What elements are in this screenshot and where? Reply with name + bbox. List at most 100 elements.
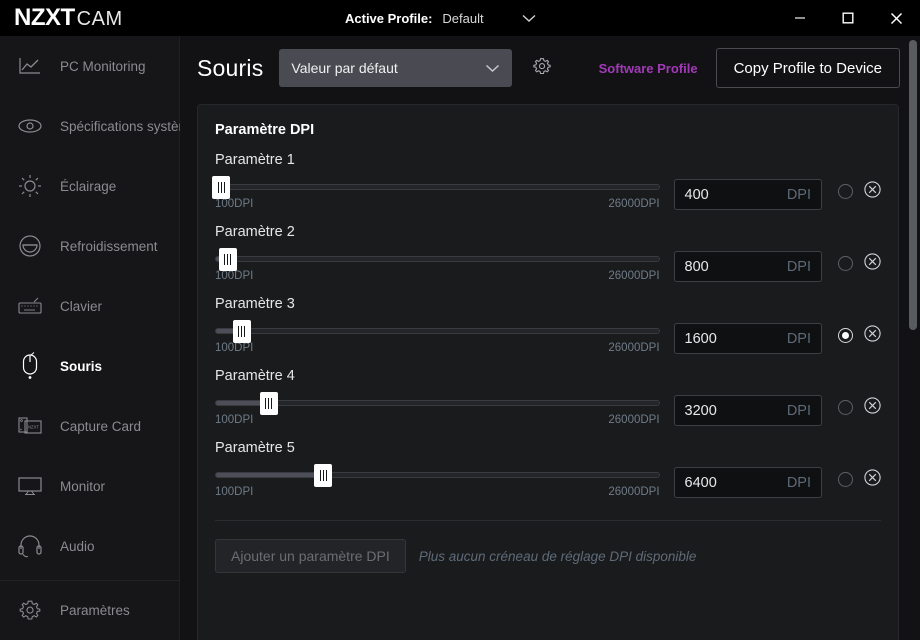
dpi-row-label: Paramètre 2: [215, 224, 881, 240]
dpi-slider-range-labels: 100DPI 26000DPI: [215, 342, 660, 354]
dpi-slider-track[interactable]: [215, 184, 660, 190]
dpi-value: 3200: [685, 403, 717, 419]
sidebar-item-label: Audio: [60, 539, 95, 554]
sidebar-item-settings[interactable]: Paramètres: [0, 580, 180, 640]
copy-profile-to-device-button[interactable]: Copy Profile to Device: [716, 48, 900, 88]
scrollbar-thumb[interactable]: [909, 40, 917, 330]
dpi-delete-button[interactable]: [864, 255, 881, 272]
sidebar-item-label: Paramètres: [60, 603, 130, 618]
dpi-delete-button[interactable]: [864, 183, 881, 200]
preset-dropdown[interactable]: Valeur par défaut: [279, 49, 512, 87]
dpi-row-label: Paramètre 4: [215, 368, 881, 384]
dpi-slider[interactable]: 100DPI 26000DPI: [215, 179, 660, 210]
dpi-value-input[interactable]: 6400 DPI: [674, 467, 822, 498]
dpi-slider-range-labels: 100DPI 26000DPI: [215, 414, 660, 426]
sidebar-item-capture-card[interactable]: NZXT Capture Card: [0, 396, 179, 456]
active-profile-selector[interactable]: Active Profile: Default: [345, 0, 536, 36]
dpi-slider-thumb[interactable]: [260, 392, 278, 415]
maximize-button[interactable]: [824, 0, 872, 36]
window-controls: [776, 0, 920, 36]
dpi-slider-thumb[interactable]: [314, 464, 332, 487]
dpi-slider-track[interactable]: [215, 256, 660, 262]
sidebar-item-lighting[interactable]: Éclairage: [0, 156, 179, 216]
dpi-value-input[interactable]: 1600 DPI: [674, 323, 822, 354]
headset-icon: [16, 532, 44, 560]
dpi-unit-label: DPI: [787, 259, 811, 275]
dpi-active-radio[interactable]: [838, 256, 853, 271]
svg-text:NZXT: NZXT: [28, 425, 39, 430]
dpi-value-input[interactable]: 800 DPI: [674, 251, 822, 282]
circle-x-icon: [864, 181, 881, 203]
dpi-row: Paramètre 3 100DPI 26000DPI: [198, 296, 898, 354]
dpi-slider-min-label: 100DPI: [215, 486, 253, 498]
dpi-value-input[interactable]: 3200 DPI: [674, 395, 822, 426]
dpi-delete-button[interactable]: [864, 471, 881, 488]
header-actions: Software Profile Copy Profile to Device: [599, 36, 900, 100]
close-button[interactable]: [872, 0, 920, 36]
dpi-slider[interactable]: 100DPI 26000DPI: [215, 395, 660, 426]
dpi-slider[interactable]: 100DPI 26000DPI: [215, 467, 660, 498]
sidebar-item-label: Clavier: [60, 299, 102, 314]
sidebar-item-label: PC Monitoring: [60, 59, 146, 74]
dpi-slider-range-labels: 100DPI 26000DPI: [215, 270, 660, 282]
dpi-card-footer: Ajouter un paramètre DPI Plus aucun crén…: [198, 539, 898, 573]
app-logo: NZXT CAM: [14, 4, 123, 32]
dpi-slider-fill: [216, 473, 323, 477]
software-profile-badge[interactable]: Software Profile: [599, 61, 698, 76]
dpi-settings-card: Paramètre DPI Paramètre 1 100DPI: [197, 104, 899, 640]
sidebar-item-mouse[interactable]: Souris: [0, 336, 179, 396]
dpi-delete-button[interactable]: [864, 327, 881, 344]
eye-icon: [16, 112, 44, 140]
dpi-slider-min-label: 100DPI: [215, 414, 253, 426]
page-header: Souris Valeur par défaut Software Profil…: [180, 36, 920, 100]
dpi-slider-track[interactable]: [215, 328, 660, 334]
dpi-unit-label: DPI: [787, 403, 811, 419]
dpi-value: 1600: [685, 331, 717, 347]
dpi-value: 400: [685, 187, 709, 203]
monitor-icon: [16, 472, 44, 500]
chart-line-icon: [16, 52, 44, 80]
sidebar-item-cooling[interactable]: Refroidissement: [0, 216, 179, 276]
sidebar-item-audio[interactable]: Audio: [0, 516, 179, 576]
gear-icon: [16, 596, 44, 624]
dpi-active-radio[interactable]: [838, 400, 853, 415]
dpi-slider[interactable]: 100DPI 26000DPI: [215, 251, 660, 282]
dpi-slider-thumb[interactable]: [233, 320, 251, 343]
dpi-slots-note: Plus aucun créneau de réglage DPI dispon…: [419, 549, 697, 564]
dpi-active-radio[interactable]: [838, 184, 853, 199]
dpi-slider-thumb[interactable]: [219, 248, 237, 271]
dpi-active-radio[interactable]: [838, 472, 853, 487]
dpi-slider-track[interactable]: [215, 400, 660, 406]
dpi-row-label: Paramètre 1: [215, 152, 881, 168]
chevron-down-icon: [522, 11, 536, 25]
dpi-slider-max-label: 26000DPI: [608, 486, 659, 498]
circle-x-icon: [864, 397, 881, 419]
sidebar-item-label: Refroidissement: [60, 239, 158, 254]
sun-icon: [16, 172, 44, 200]
active-profile-label: Active Profile:: [345, 11, 432, 26]
add-dpi-setting-button[interactable]: Ajouter un paramètre DPI: [215, 539, 406, 573]
circle-x-icon: [864, 469, 881, 491]
dpi-slider-thumb[interactable]: [212, 176, 230, 199]
dpi-value-input[interactable]: 400 DPI: [674, 179, 822, 210]
sidebar-item-keyboard[interactable]: Clavier: [0, 276, 179, 336]
dpi-slider-range-labels: 100DPI 26000DPI: [215, 486, 660, 498]
dpi-unit-label: DPI: [787, 187, 811, 203]
dpi-slider-track[interactable]: [215, 472, 660, 478]
sidebar-item-system-specs[interactable]: Spécifications système: [0, 96, 179, 156]
card-divider: [215, 520, 881, 521]
sidebar-item-pc-monitoring[interactable]: PC Monitoring: [0, 36, 179, 96]
dpi-active-radio[interactable]: [838, 328, 853, 343]
sidebar-item-monitor[interactable]: Monitor: [0, 456, 179, 516]
fan-icon: [16, 232, 44, 260]
preset-settings-button[interactable]: [530, 56, 554, 80]
content-scrollbar[interactable]: [906, 36, 920, 640]
dpi-slider[interactable]: 100DPI 26000DPI: [215, 323, 660, 354]
dpi-value: 800: [685, 259, 709, 275]
preset-dropdown-value: Valeur par défaut: [291, 60, 397, 76]
dpi-delete-button[interactable]: [864, 399, 881, 416]
minimize-button[interactable]: [776, 0, 824, 36]
dpi-row: Paramètre 5 100DPI 26000DPI: [198, 440, 898, 498]
dpi-card-title: Paramètre DPI: [215, 122, 898, 138]
dpi-slider-max-label: 26000DPI: [608, 342, 659, 354]
